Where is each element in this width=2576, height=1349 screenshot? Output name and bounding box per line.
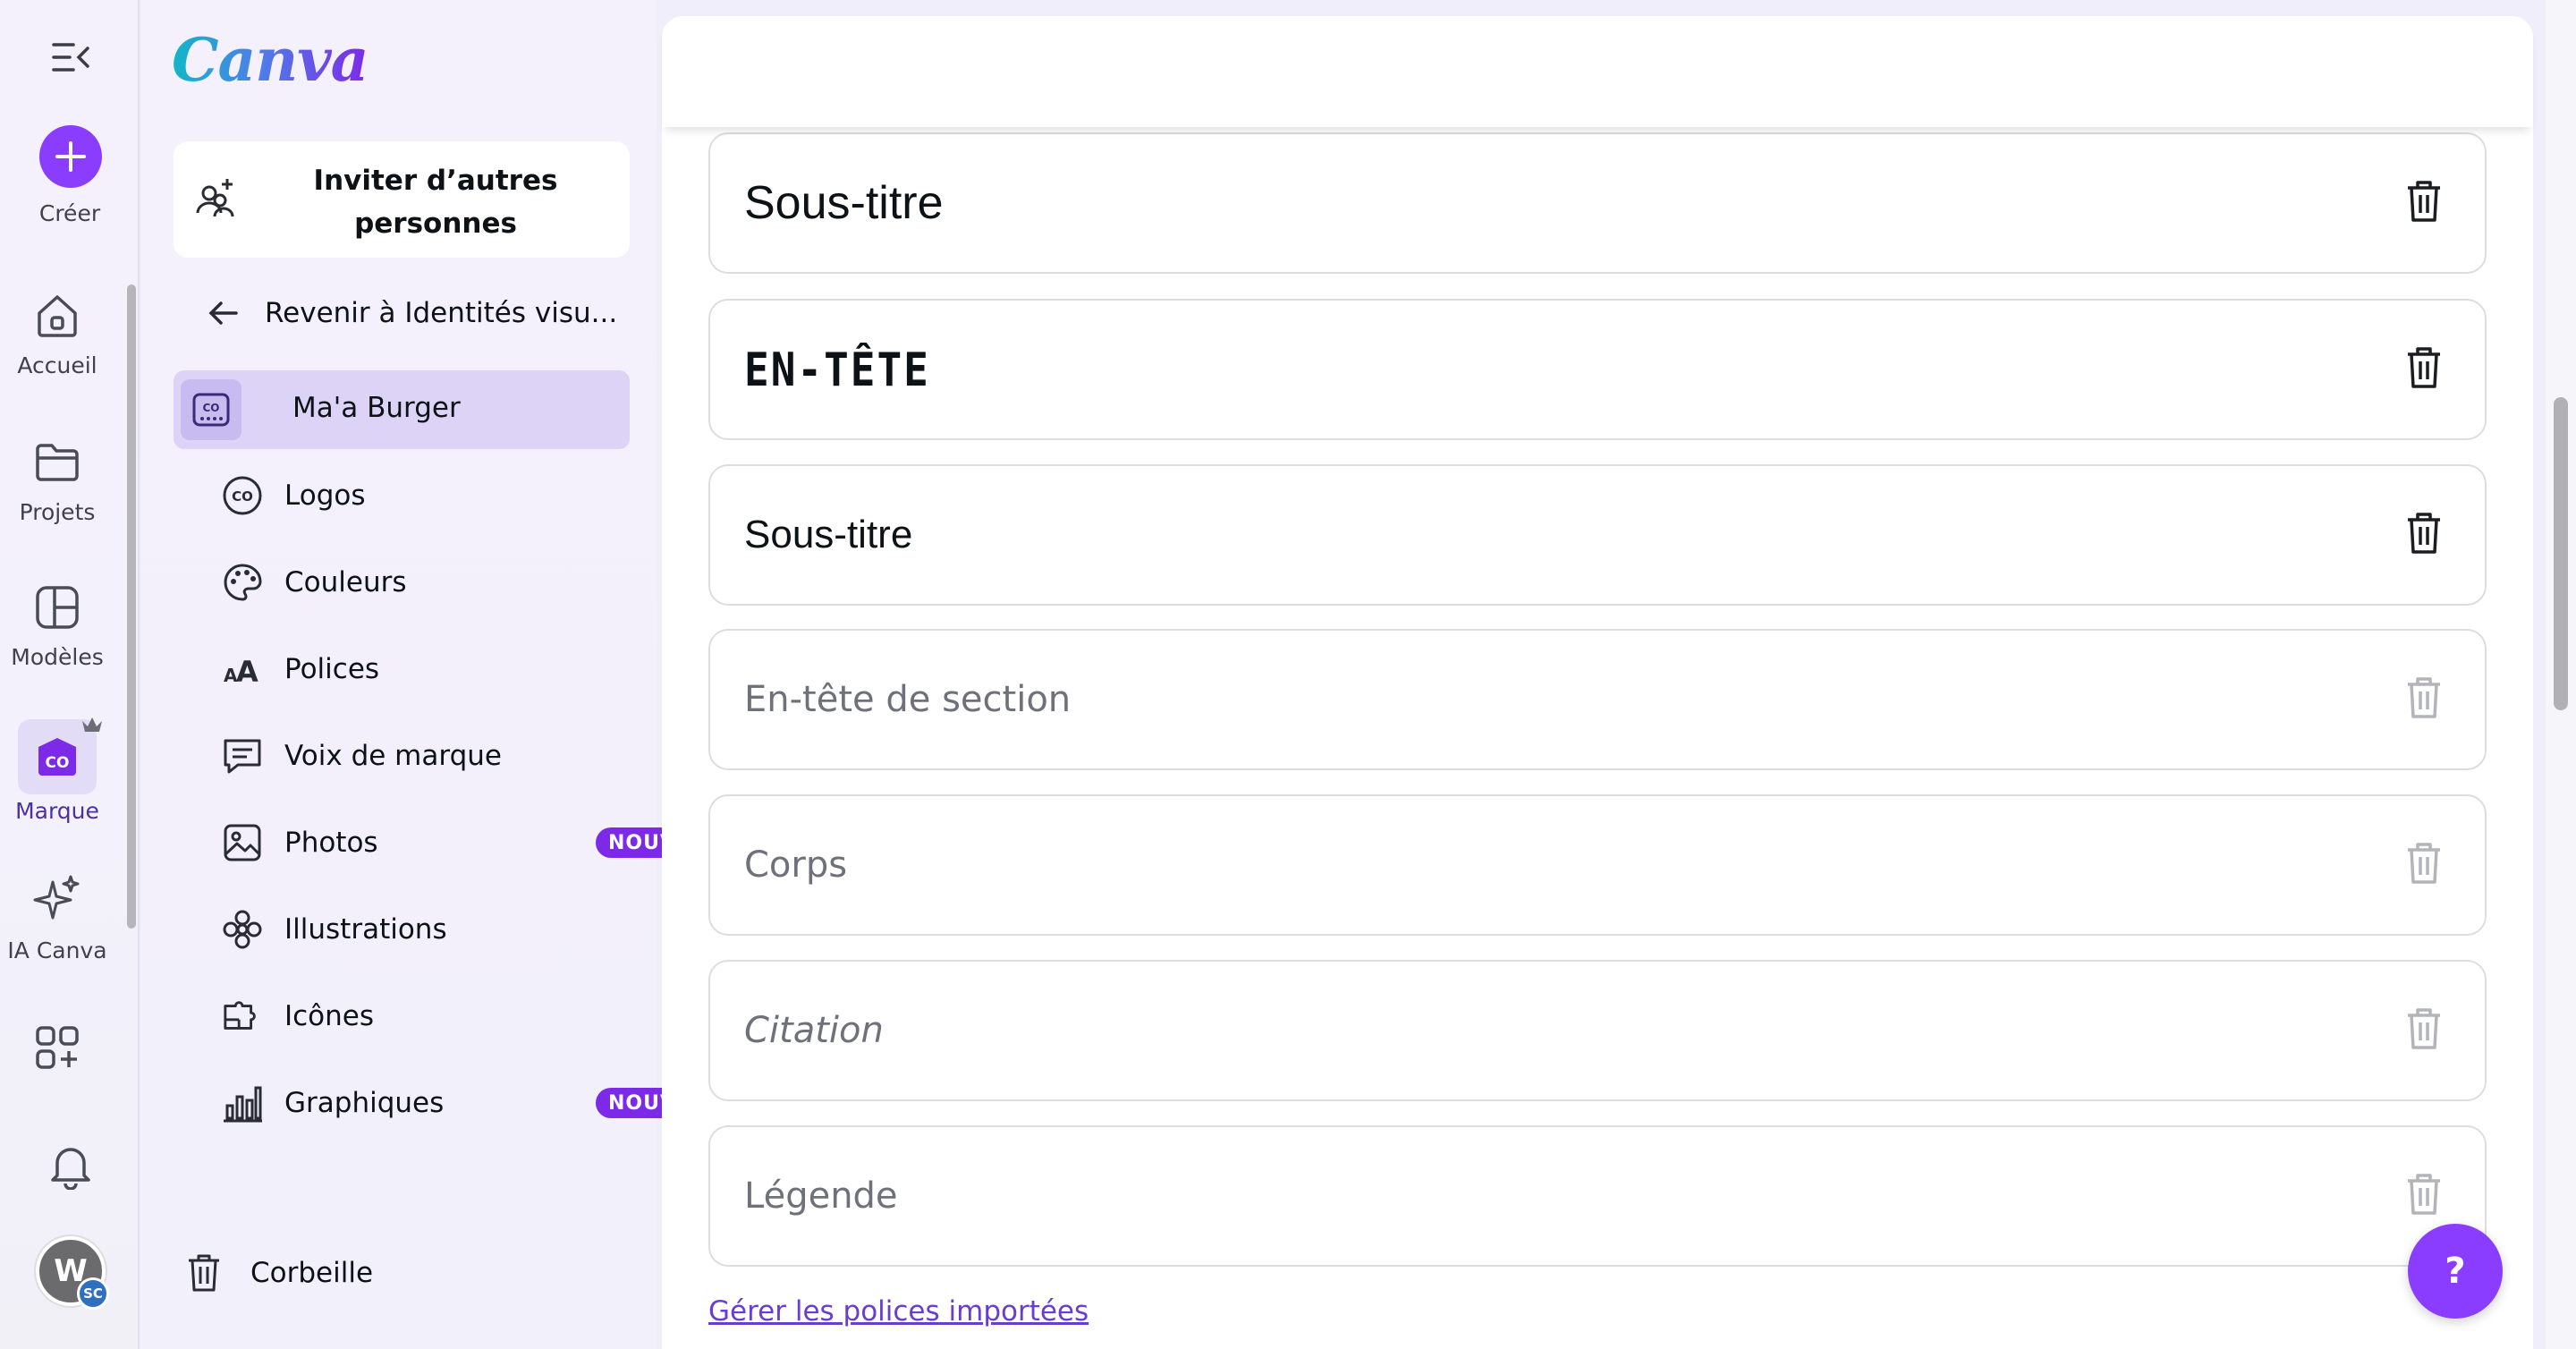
nav-icones[interactable]: Icônes bbox=[222, 989, 374, 1043]
nav-label-logos: Logos bbox=[284, 479, 366, 512]
create-button[interactable] bbox=[39, 125, 102, 188]
nav-label-couleurs: Couleurs bbox=[284, 566, 407, 598]
delete-icon-disabled bbox=[2408, 843, 2440, 884]
delete-icon-disabled bbox=[2408, 1174, 2440, 1215]
brand-icon: CO bbox=[38, 738, 76, 776]
brand-kit-icon: CO bbox=[181, 379, 242, 440]
notifications-bell-icon[interactable] bbox=[48, 1141, 93, 1193]
nav-label-polices: Polices bbox=[284, 653, 380, 685]
collapse-menu-icon[interactable] bbox=[50, 39, 93, 79]
brand-kit-name: Ma'a Burger bbox=[292, 392, 461, 424]
nav-label-icones: Icônes bbox=[284, 1000, 375, 1032]
invite-button[interactable]: Inviter d’autres personnes bbox=[174, 141, 630, 258]
font-placeholder: Légende bbox=[744, 1175, 898, 1217]
svg-text:A: A bbox=[236, 655, 258, 687]
trash-link[interactable]: Corbeille bbox=[186, 1252, 373, 1294]
plus-icon bbox=[55, 141, 86, 172]
brand-voice-icon bbox=[222, 736, 263, 776]
delete-icon[interactable] bbox=[2406, 345, 2442, 390]
rail-item-projets[interactable]: Projets bbox=[0, 438, 114, 525]
rail-scrollbar[interactable] bbox=[127, 284, 136, 929]
sparkle-icon bbox=[33, 875, 80, 920]
nav-logos[interactable]: CO Logos bbox=[222, 469, 366, 522]
nav-couleurs[interactable]: Couleurs bbox=[222, 556, 407, 609]
svg-text:CO: CO bbox=[46, 754, 70, 772]
canva-logo[interactable]: Canva bbox=[172, 25, 369, 95]
svg-text:CO: CO bbox=[232, 488, 253, 505]
rail-label-ia-canva: IA Canva bbox=[7, 938, 107, 963]
arrow-left-icon bbox=[208, 301, 238, 325]
rail-label-projets: Projets bbox=[19, 499, 96, 525]
font-row-header[interactable]: EN-TÊTE bbox=[708, 299, 2487, 440]
nav-graphiques[interactable]: Graphiques bbox=[222, 1076, 444, 1130]
photo-icon bbox=[222, 822, 263, 863]
font-row-quote[interactable]: Citation bbox=[708, 960, 2487, 1101]
team-badge: SC bbox=[77, 1277, 109, 1310]
home-icon bbox=[38, 295, 77, 337]
nav-voix-de-marque[interactable]: Voix de marque bbox=[222, 729, 502, 783]
trash-label: Corbeille bbox=[250, 1257, 374, 1289]
font-sample: EN-TÊTE bbox=[744, 342, 930, 397]
nav-label-photos: Photos bbox=[284, 827, 378, 859]
nav-illustrations[interactable]: Illustrations bbox=[222, 903, 447, 956]
font-row-section-header[interactable]: En-tête de section bbox=[708, 629, 2487, 770]
palette-icon bbox=[222, 562, 263, 603]
brand-kit-selected[interactable]: CO Ma'a Burger bbox=[174, 370, 630, 449]
invite-label: Inviter d’autres personnes bbox=[313, 165, 558, 240]
rail-label-accueil: Accueil bbox=[17, 352, 97, 378]
apps-icon bbox=[36, 1026, 79, 1069]
nav-label-graphiques: Graphiques bbox=[284, 1087, 445, 1119]
svg-text:CO: CO bbox=[202, 402, 219, 414]
rail-label-modeles: Modèles bbox=[11, 644, 104, 670]
back-to-brand-kits[interactable]: Revenir à Identités visu... bbox=[208, 297, 617, 329]
brand-side-panel: Canva Inviter d’autres personnes Revenir… bbox=[141, 0, 765, 1349]
manage-uploaded-fonts-link[interactable]: Gérer les polices importées bbox=[708, 1295, 1089, 1328]
nav-label-voix-de-marque: Voix de marque bbox=[284, 740, 502, 772]
nav-label-illustrations: Illustrations bbox=[284, 913, 447, 946]
back-label: Revenir à Identités visu... bbox=[265, 297, 618, 329]
font-placeholder: Citation bbox=[744, 1010, 884, 1051]
delete-icon-disabled bbox=[2408, 677, 2440, 718]
premium-crown-icon bbox=[80, 716, 104, 737]
delete-icon[interactable] bbox=[2406, 179, 2442, 224]
rail-item-accueil[interactable]: Accueil bbox=[0, 292, 114, 378]
rail-item-ia-canva[interactable]: IA Canva bbox=[0, 873, 114, 963]
fonts-icon: AA bbox=[222, 651, 263, 687]
trash-icon bbox=[189, 1254, 219, 1292]
font-row-caption[interactable]: Légende bbox=[708, 1125, 2487, 1267]
create-label: Créer bbox=[38, 200, 101, 226]
illustration-icon bbox=[222, 909, 263, 950]
rail-label-marque: Marque bbox=[15, 798, 99, 824]
templates-icon bbox=[36, 586, 79, 629]
rail-item-modeles[interactable]: Modèles bbox=[0, 583, 114, 670]
logo-icon: CO bbox=[222, 475, 263, 516]
nav-photos[interactable]: Photos bbox=[222, 816, 378, 870]
font-row-subtitle-1[interactable]: Sous-titre bbox=[708, 132, 2487, 274]
nav-polices[interactable]: AA Polices bbox=[222, 642, 379, 696]
main-top-bar bbox=[662, 16, 2533, 127]
font-row-body[interactable]: Corps bbox=[708, 794, 2487, 936]
add-people-icon bbox=[196, 179, 234, 217]
font-placeholder: Corps bbox=[744, 844, 848, 886]
folder-icon bbox=[36, 444, 79, 481]
delete-icon[interactable] bbox=[2406, 511, 2442, 556]
chart-icon bbox=[222, 1082, 263, 1124]
help-button[interactable]: ? bbox=[2408, 1224, 2503, 1319]
icons-icon bbox=[222, 997, 263, 1036]
main-scrollbar-thumb[interactable] bbox=[2554, 397, 2568, 710]
rail-label-wrap-marque: Marque bbox=[0, 798, 114, 824]
rail-item-apps[interactable] bbox=[0, 1023, 114, 1072]
font-sample: Sous-titre bbox=[744, 177, 944, 229]
font-sample: Sous-titre bbox=[744, 513, 913, 556]
delete-icon-disabled bbox=[2408, 1008, 2440, 1049]
font-row-subtitle-2[interactable]: Sous-titre bbox=[708, 464, 2487, 606]
font-placeholder: En-tête de section bbox=[744, 679, 1072, 720]
